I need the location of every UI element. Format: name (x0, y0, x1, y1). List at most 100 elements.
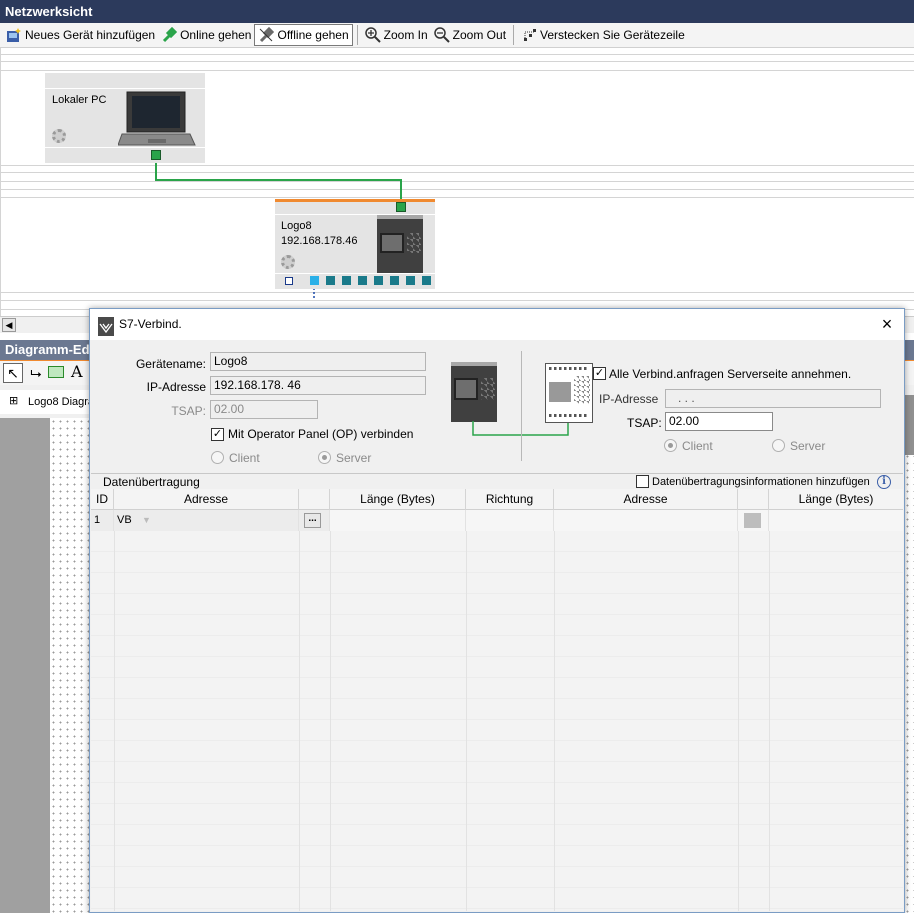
browse-button[interactable]: ... (304, 513, 321, 528)
port-icon[interactable] (310, 276, 319, 285)
browse-button-disabled (744, 513, 761, 528)
data-transfer-header: Datenübertragung Datenübertragungsinform… (91, 473, 903, 489)
go-online-button[interactable]: Online gehen (158, 24, 254, 46)
table-row[interactable]: 1 VB ▼ ... (91, 510, 903, 531)
table-row-empty (91, 720, 903, 741)
table-row-empty (91, 699, 903, 720)
port-icon[interactable] (342, 276, 351, 285)
cell-id: 1 (91, 510, 114, 531)
table-header: ID Adresse Länge (Bytes) Richtung Adress… (91, 489, 903, 510)
add-device-label: Neues Gerät hinzufügen (25, 28, 156, 42)
device-name-label: Gerätename: (135, 357, 206, 371)
add-device-button[interactable]: Neues Gerät hinzufügen (3, 24, 158, 46)
cell-address-2[interactable] (554, 510, 738, 531)
table-row-empty (91, 846, 903, 867)
s7-connection-dialog: S7-Verbind. × Gerätename: Logo8 IP-Adres… (89, 308, 905, 913)
op-panel-checkbox[interactable]: ✓ (211, 428, 224, 441)
logo8-name: Logo8 (281, 220, 312, 232)
zoom-in-button[interactable]: Zoom In (362, 24, 431, 46)
table-row-empty (91, 531, 903, 552)
cell-address-value: VB (117, 514, 132, 526)
go-offline-button[interactable]: Offline gehen (254, 24, 353, 46)
client-radio-label: Client (229, 451, 260, 465)
cell-browse-2 (738, 510, 769, 531)
info-icon[interactable]: i (877, 475, 891, 489)
column-header-blank (299, 489, 330, 510)
table-row-empty (91, 615, 903, 636)
remote-server-radio (772, 439, 785, 452)
add-device-icon (6, 27, 22, 43)
toolbar-separator (356, 25, 358, 45)
port-icon[interactable] (374, 276, 383, 285)
column-header-length: Länge (Bytes) (330, 489, 466, 510)
toolbar-separator (513, 25, 515, 45)
server-radio (318, 451, 331, 464)
dialog-title: S7-Verbind. (119, 317, 182, 331)
client-radio (211, 451, 224, 464)
data-transfer-table: ID Adresse Länge (Bytes) Richtung Adress… (91, 489, 903, 911)
cell-browse: ... (299, 510, 330, 531)
logo8-ip: 192.168.178.46 (281, 235, 358, 247)
scroll-left-icon[interactable]: ◀ (2, 318, 16, 332)
settings-gear-icon[interactable] (281, 255, 295, 269)
port-icon[interactable] (390, 276, 399, 285)
remote-client-label: Client (682, 439, 713, 453)
go-online-label: Online gehen (180, 28, 252, 42)
cell-direction[interactable] (466, 510, 554, 531)
settings-gear-icon[interactable] (52, 129, 66, 143)
text-tool-icon[interactable]: A (71, 362, 87, 382)
table-row-empty (91, 825, 903, 846)
block-tool-icon[interactable] (48, 366, 64, 378)
port-icon[interactable] (358, 276, 367, 285)
device-logo8[interactable]: Logo8 192.168.178.46 (275, 199, 435, 289)
add-info-checkbox[interactable] (636, 475, 649, 488)
network-view-title: Netzwerksicht (0, 0, 914, 23)
plug-offline-icon (258, 26, 275, 43)
remote-tsap-label: TSAP: (627, 416, 662, 430)
column-header-direction: Richtung (466, 489, 554, 510)
zoom-out-button[interactable]: Zoom Out (431, 24, 509, 46)
hide-device-bar-button[interactable]: Verstecken Sie Gerätezeile (518, 24, 688, 46)
s7-connection-icon (98, 317, 114, 336)
cell-length-2[interactable] (769, 510, 903, 531)
connector-tool-icon[interactable]: ⮡ (27, 364, 45, 382)
zoom-in-label: Zoom In (383, 28, 428, 42)
device-local-pc[interactable]: Lokaler PC (45, 73, 205, 163)
network-toolbar: Neues Gerät hinzufügen Online gehen Offl… (0, 23, 914, 48)
diagram-tab-logo8[interactable]: ⊞ Logo8 Diagra (0, 390, 100, 414)
port-icon[interactable] (422, 276, 431, 285)
table-row-empty (91, 888, 903, 909)
laptop-icon (118, 91, 196, 146)
go-offline-label: Offline gehen (277, 28, 349, 42)
device-name-field[interactable]: Logo8 (210, 352, 426, 371)
data-transfer-title: Datenübertragung (103, 475, 200, 489)
table-row-empty (91, 552, 903, 573)
port-row (283, 276, 433, 286)
diagram-tree-icon: ⊞ (9, 395, 19, 407)
port-icon[interactable] (285, 277, 293, 285)
table-row-empty (91, 678, 903, 699)
tsap-label: TSAP: (171, 404, 206, 418)
table-row-empty (91, 657, 903, 678)
cell-address-dropdown[interactable]: VB ▼ (114, 510, 299, 531)
remote-tsap-field[interactable]: 02.00 (665, 412, 773, 431)
ethernet-port[interactable] (151, 150, 161, 160)
network-canvas[interactable]: Lokaler PC Logo8 192.168.178.46 (0, 48, 914, 316)
op-panel-label: Mit Operator Panel (OP) verbinden (228, 427, 414, 441)
table-row-empty (91, 762, 903, 783)
table-row-empty (91, 636, 903, 657)
table-row-empty (91, 783, 903, 804)
ip-address-field[interactable]: 192.168.178. 46 (210, 376, 426, 395)
logo-plc-icon (451, 362, 497, 422)
select-pointer-icon[interactable]: ↖ (3, 363, 23, 383)
cell-length[interactable] (330, 510, 466, 531)
ethernet-port[interactable] (396, 202, 406, 212)
column-header-address-2: Adresse (554, 489, 738, 510)
port-icon[interactable] (326, 276, 335, 285)
logo-plc-icon (377, 215, 423, 273)
port-icon[interactable] (406, 276, 415, 285)
close-icon[interactable]: × (878, 315, 896, 333)
accept-all-checkbox[interactable]: ✓ (593, 367, 606, 380)
table-row-empty (91, 804, 903, 825)
local-pc-name: Lokaler PC (52, 94, 107, 106)
